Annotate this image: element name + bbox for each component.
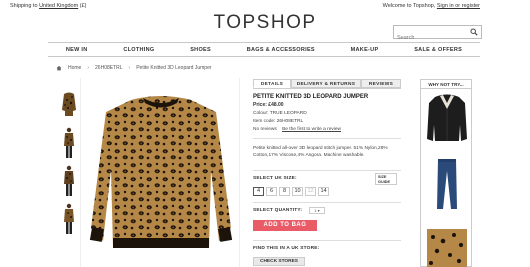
quantity-label: SELECT QUANTITY: bbox=[253, 208, 303, 213]
product-colour: Colour: TRUE LEOPARD bbox=[253, 111, 307, 116]
divider bbox=[253, 138, 401, 139]
nav-sale-offers[interactable]: SALE & OFFERS bbox=[414, 47, 462, 53]
size-option-6[interactable]: 6 bbox=[266, 187, 277, 196]
size-option-4[interactable]: 4 bbox=[253, 187, 264, 196]
size-options: 4 6 8 10 12 14 bbox=[253, 187, 329, 196]
size-option-12[interactable]: 12 bbox=[305, 187, 316, 196]
nav-shoes[interactable]: SHOES bbox=[190, 47, 211, 53]
recommended-jacket[interactable] bbox=[427, 94, 467, 142]
breadcrumb-code[interactable]: 26H08ETRL bbox=[95, 65, 123, 71]
size-guide-button[interactable]: SIZE GUIDE bbox=[375, 173, 397, 185]
nav-clothing[interactable]: CLOTHING bbox=[123, 47, 154, 53]
main-product-image[interactable] bbox=[80, 78, 240, 267]
no-reviews-text: No reviews bbox=[253, 127, 277, 132]
tab-delivery-returns[interactable]: DELIVERY & RETURNS bbox=[291, 79, 361, 88]
write-review-link[interactable]: Be the first to write a review bbox=[282, 127, 341, 132]
breadcrumb: Home › 26H08ETRL › Petite Knitted 3D Leo… bbox=[56, 65, 212, 71]
product-item-code: Item code: 26H08ETRL bbox=[253, 119, 304, 124]
size-option-10[interactable]: 10 bbox=[292, 187, 303, 196]
thumbnail-image bbox=[58, 88, 80, 124]
nav-make-up[interactable]: MAKE-UP bbox=[351, 47, 379, 53]
divider bbox=[253, 170, 401, 171]
reviews-line: No reviews Be the first to write a revie… bbox=[253, 127, 341, 132]
breadcrumb-separator: › bbox=[87, 65, 90, 71]
product-title: PETITE KNITTED 3D LEOPARD JUMPER bbox=[253, 94, 369, 100]
product-price: Price: £48.00 bbox=[253, 102, 284, 108]
search-icon[interactable] bbox=[470, 28, 478, 36]
quantity-select[interactable]: 1 ▾ bbox=[309, 207, 325, 214]
shipping-info: Shipping to United Kingdom (£) bbox=[10, 3, 86, 9]
quantity-value: 1 bbox=[314, 208, 317, 213]
divider bbox=[253, 202, 401, 203]
tab-details[interactable]: DETAILS bbox=[253, 79, 291, 88]
recommended-leopard-item[interactable] bbox=[427, 229, 467, 267]
add-to-bag-button[interactable]: ADD TO BAG bbox=[253, 220, 317, 231]
nav-bags-accessories[interactable]: BAGS & ACCESSORIES bbox=[247, 47, 315, 53]
thumbnail-2[interactable] bbox=[58, 126, 80, 162]
size-guide-line1: SIZE bbox=[378, 175, 387, 179]
breadcrumb-home[interactable]: Home bbox=[68, 65, 81, 71]
store-label: FIND THIS IN A UK STORE: bbox=[253, 246, 320, 251]
home-icon[interactable] bbox=[56, 65, 62, 71]
recommendations-rail bbox=[420, 88, 472, 267]
tab-divider bbox=[253, 88, 401, 89]
product-description: Petite knitted all-over 3D leopard stitc… bbox=[253, 146, 388, 158]
recommended-jeans[interactable] bbox=[437, 159, 457, 209]
breadcrumb-separator: › bbox=[128, 65, 131, 71]
shipping-prefix: Shipping to bbox=[10, 3, 40, 9]
shipping-country-link[interactable]: United Kingdom bbox=[39, 3, 78, 9]
thumbnail-image bbox=[58, 164, 80, 200]
sign-in-link[interactable]: Sign in or register bbox=[437, 3, 480, 9]
nav-new-in[interactable]: NEW IN bbox=[66, 47, 88, 53]
recommendation-images[interactable] bbox=[421, 89, 473, 267]
product-tabs: DETAILS DELIVERY & RETURNS REVIEWS bbox=[253, 79, 401, 88]
size-guide-line2: GUIDE bbox=[378, 179, 391, 184]
main-nav: NEW IN CLOTHING SHOES BAGS & ACCESSORIES… bbox=[48, 42, 480, 57]
size-option-14[interactable]: 14 bbox=[318, 187, 329, 196]
welcome-message: Welcome to Topshop, Sign in or register bbox=[383, 3, 480, 9]
breadcrumb-product: Petite Knitted 3D Leopard Jumper bbox=[136, 65, 212, 71]
size-option-8[interactable]: 8 bbox=[279, 187, 290, 196]
welcome-prefix: Welcome to Topshop, bbox=[382, 3, 437, 9]
tab-reviews[interactable]: REVIEWS bbox=[361, 79, 401, 88]
size-label: SELECT UK SIZE: bbox=[253, 176, 297, 181]
thumbnail-1[interactable] bbox=[58, 88, 80, 124]
leopard-jumper-image bbox=[89, 96, 233, 248]
divider bbox=[253, 240, 401, 241]
check-stores-button[interactable]: CHECK STORES bbox=[253, 257, 305, 266]
thumbnail-image bbox=[58, 126, 80, 162]
search-box[interactable] bbox=[393, 25, 482, 44]
thumbnail-image bbox=[58, 202, 80, 238]
shipping-currency: (£) bbox=[78, 3, 87, 9]
thumbnail-3[interactable] bbox=[58, 164, 80, 200]
thumbnail-4[interactable] bbox=[58, 202, 80, 238]
